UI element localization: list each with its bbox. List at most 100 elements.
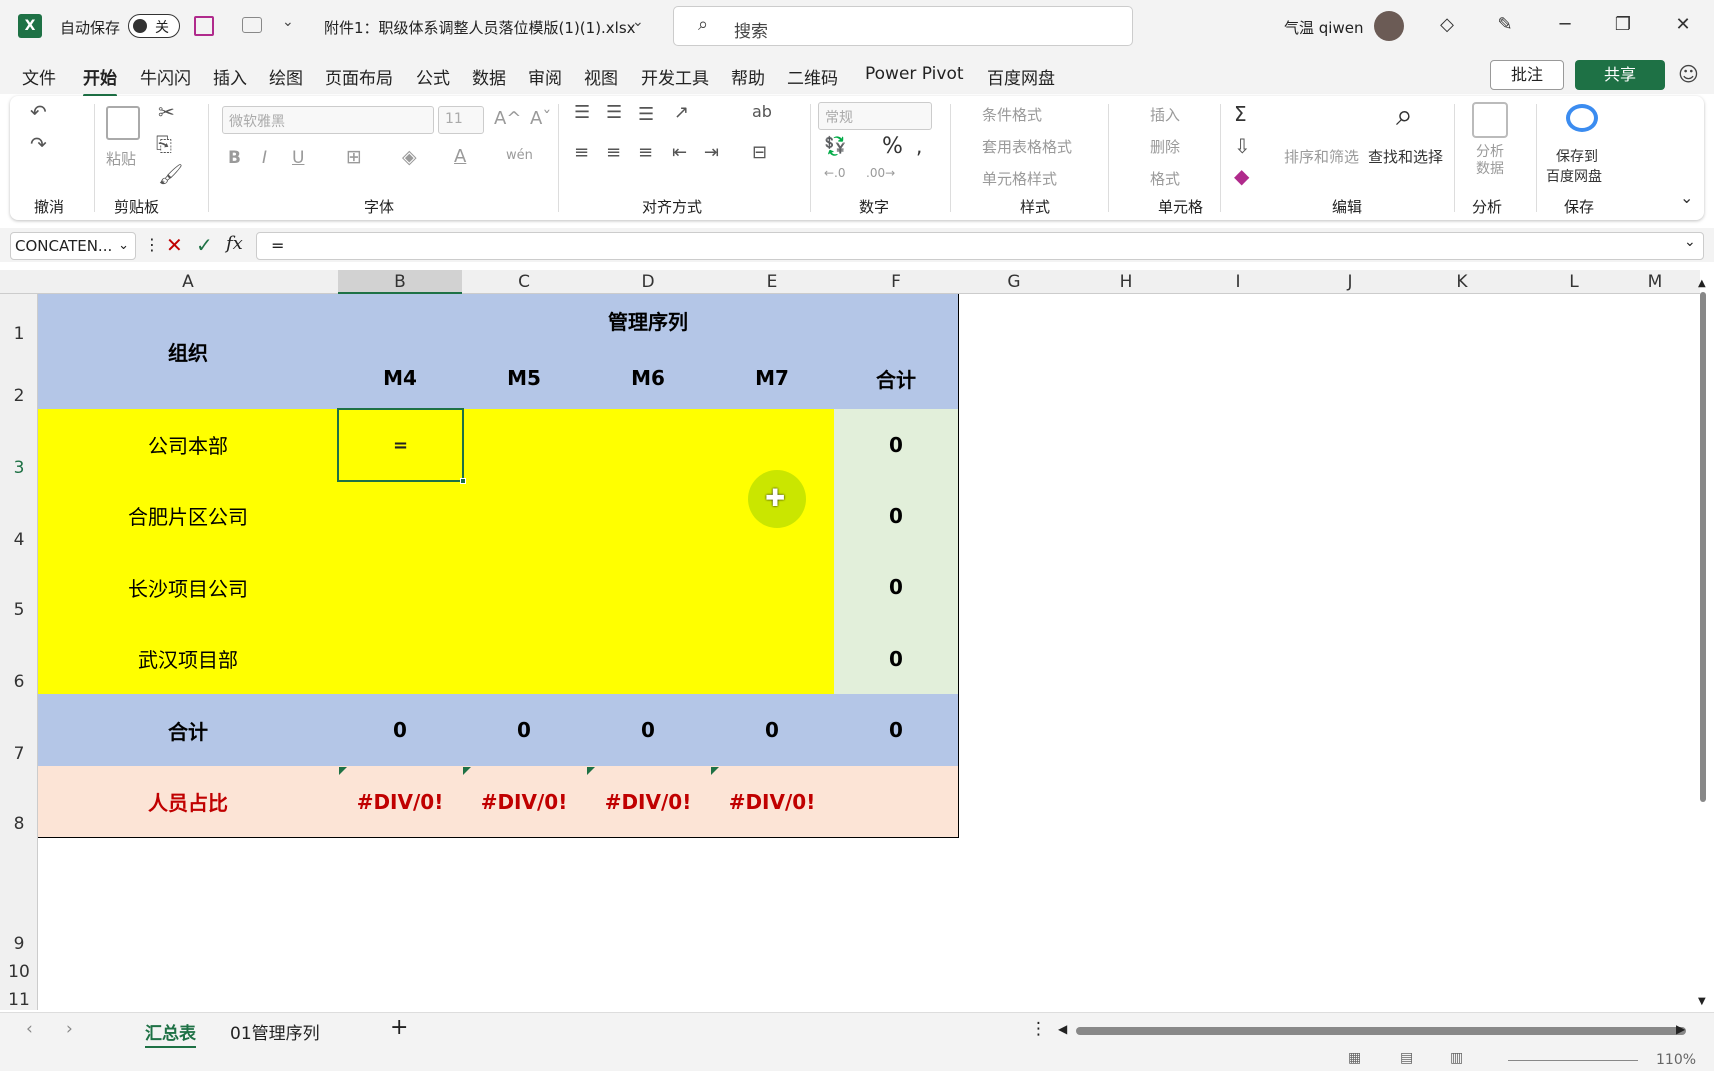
wrap-text-icon[interactable]: ab [752, 102, 772, 121]
cancel-icon[interactable]: ✕ [166, 233, 183, 257]
cut-icon[interactable]: ✂ [158, 100, 175, 124]
column-header-j[interactable]: J [1294, 270, 1406, 294]
save-baidu-label-1[interactable]: 保存到 [1556, 146, 1598, 166]
align-center-icon[interactable]: ≡ [606, 142, 621, 163]
ratio-cell-m6[interactable]: #DIV/0! [586, 766, 711, 838]
font-size-select[interactable]: 11 [438, 106, 484, 134]
enter-icon[interactable]: ✓ [196, 233, 213, 257]
conditional-format-button[interactable]: 条件格式 [982, 104, 1042, 125]
row-header-6[interactable]: 6 [0, 672, 38, 692]
italic-icon[interactable]: I [262, 148, 267, 168]
orientation-icon[interactable]: ↗ [674, 102, 689, 123]
row-header-4[interactable]: 4 [0, 530, 38, 550]
save-icon[interactable] [194, 16, 214, 36]
align-right-icon[interactable]: ≡ [638, 142, 653, 163]
autosum-icon[interactable]: Σ [1234, 102, 1247, 126]
find-select-button[interactable]: 查找和选择 [1368, 146, 1443, 167]
next-sheet-icon[interactable]: › [66, 1019, 73, 1039]
close-icon[interactable]: ✕ [1668, 10, 1698, 40]
merge-center-icon[interactable]: ⊟ [752, 142, 767, 163]
percent-icon[interactable]: % [882, 134, 903, 159]
cell-d4[interactable] [586, 480, 711, 552]
filename-chevron-icon[interactable]: ⌄ [632, 14, 644, 30]
header-m5-cell[interactable]: M5 [462, 347, 587, 410]
scroll-down-icon[interactable]: ▼ [1698, 996, 1706, 1007]
number-format-select[interactable]: 常规 [818, 102, 932, 130]
active-cell[interactable]: = [337, 408, 464, 482]
ratio-cell-m5[interactable]: #DIV/0! [462, 766, 587, 838]
copy-icon[interactable]: ⎘ [156, 132, 172, 156]
error-indicator[interactable] [463, 767, 471, 775]
paste-label[interactable]: 粘贴 [106, 148, 136, 169]
paste-icon[interactable] [106, 106, 140, 140]
share-button[interactable]: 共享 [1575, 60, 1665, 90]
user-name[interactable]: 气温 qiwen [1284, 17, 1363, 38]
zoom-slider[interactable] [1508, 1060, 1638, 1061]
cell-c3[interactable] [462, 409, 587, 481]
baidu-netdisk-icon[interactable] [1566, 104, 1598, 132]
row-total-cell-4[interactable]: 0 [834, 623, 959, 695]
cell-e5[interactable] [710, 551, 835, 624]
clear-icon[interactable]: ◆ [1234, 164, 1249, 188]
formula-input[interactable]: = [256, 232, 1704, 260]
zoom-level[interactable]: 110% [1656, 1052, 1696, 1068]
add-sheet-button[interactable]: + [390, 1015, 408, 1040]
find-icon[interactable]: ⌕ [1396, 98, 1413, 133]
vertical-scrollbar[interactable]: ▲ ▼ [1698, 278, 1708, 1008]
decrease-font-icon[interactable]: Aˇ [530, 108, 551, 129]
menu-help[interactable]: 帮助 [731, 64, 765, 89]
row-header-5[interactable]: 5 [0, 600, 38, 620]
table-format-button[interactable]: 套用表格格式 [982, 136, 1072, 157]
org-cell-2[interactable]: 合肥片区公司 [38, 480, 339, 552]
underline-icon[interactable]: U [292, 148, 304, 168]
more-icon[interactable]: ⋮ [144, 235, 160, 254]
column-header-k[interactable]: K [1406, 270, 1518, 294]
normal-view-icon[interactable]: ▦ [1348, 1050, 1361, 1066]
autosave-toggle[interactable]: 关 [128, 14, 180, 38]
total-cell-m5[interactable]: 0 [462, 694, 587, 767]
org-header-cell[interactable]: 组织 [38, 294, 339, 410]
menu-file[interactable]: 文件 [22, 64, 56, 89]
search-box[interactable]: ⌕ 搜索 [673, 6, 1133, 46]
row-total-cell-2[interactable]: 0 [834, 480, 959, 552]
row-header-3[interactable]: 3 [0, 458, 38, 478]
cell-d5[interactable] [586, 551, 711, 624]
hscrollbar-thumb[interactable] [1076, 1027, 1686, 1035]
fill-color-icon[interactable]: ◈ [402, 146, 417, 168]
menu-data[interactable]: 数据 [472, 64, 506, 89]
total-cell-m6[interactable]: 0 [586, 694, 711, 767]
row-header-2[interactable]: 2 [0, 386, 38, 406]
column-header-f[interactable]: F [834, 270, 958, 294]
page-break-view-icon[interactable]: ▥ [1450, 1050, 1463, 1066]
diamond-icon[interactable]: ◇ [1432, 10, 1462, 40]
menu-niushanshan[interactable]: 牛闪闪 [140, 64, 191, 89]
increase-decimal-icon[interactable]: ←.0 [824, 166, 846, 180]
total-cell-m4[interactable]: 0 [338, 694, 463, 767]
error-indicator[interactable] [711, 767, 719, 775]
menu-baidu-netdisk[interactable]: 百度网盘 [987, 64, 1055, 89]
ratio-label-cell[interactable]: 人员占比 [38, 766, 339, 838]
decrease-decimal-icon[interactable]: .00→ [866, 166, 895, 180]
header-total-cell[interactable]: 合计 [834, 347, 959, 410]
phonetic-icon[interactable]: wén [506, 148, 533, 163]
cell-d3[interactable] [586, 409, 711, 481]
decrease-indent-icon[interactable]: ⇤ [672, 142, 687, 163]
error-indicator[interactable] [587, 767, 595, 775]
prev-sheet-icon[interactable]: ‹ [26, 1019, 33, 1039]
cell-e6[interactable] [710, 623, 835, 695]
undo-icon[interactable]: ↶ [30, 100, 47, 124]
fill-handle[interactable] [460, 478, 466, 484]
analyze-data-icon[interactable] [1472, 102, 1508, 138]
delete-cells-button[interactable]: 删除 [1150, 136, 1180, 157]
border-icon[interactable]: ⊞ [346, 146, 362, 168]
cell-style-button[interactable]: 单元格样式 [982, 168, 1057, 189]
header-m6-cell[interactable]: M6 [586, 347, 711, 410]
redo-icon[interactable]: ↷ [30, 132, 47, 156]
minimize-icon[interactable]: ─ [1550, 10, 1580, 40]
ratio-cell-total[interactable] [834, 766, 959, 838]
cell-d6[interactable] [586, 623, 711, 695]
page-layout-view-icon[interactable]: ▤ [1400, 1050, 1413, 1066]
menu-draw[interactable]: 绘图 [269, 64, 303, 89]
menu-home[interactable]: 开始 [83, 64, 117, 97]
row-header-9[interactable]: 9 [0, 934, 38, 954]
